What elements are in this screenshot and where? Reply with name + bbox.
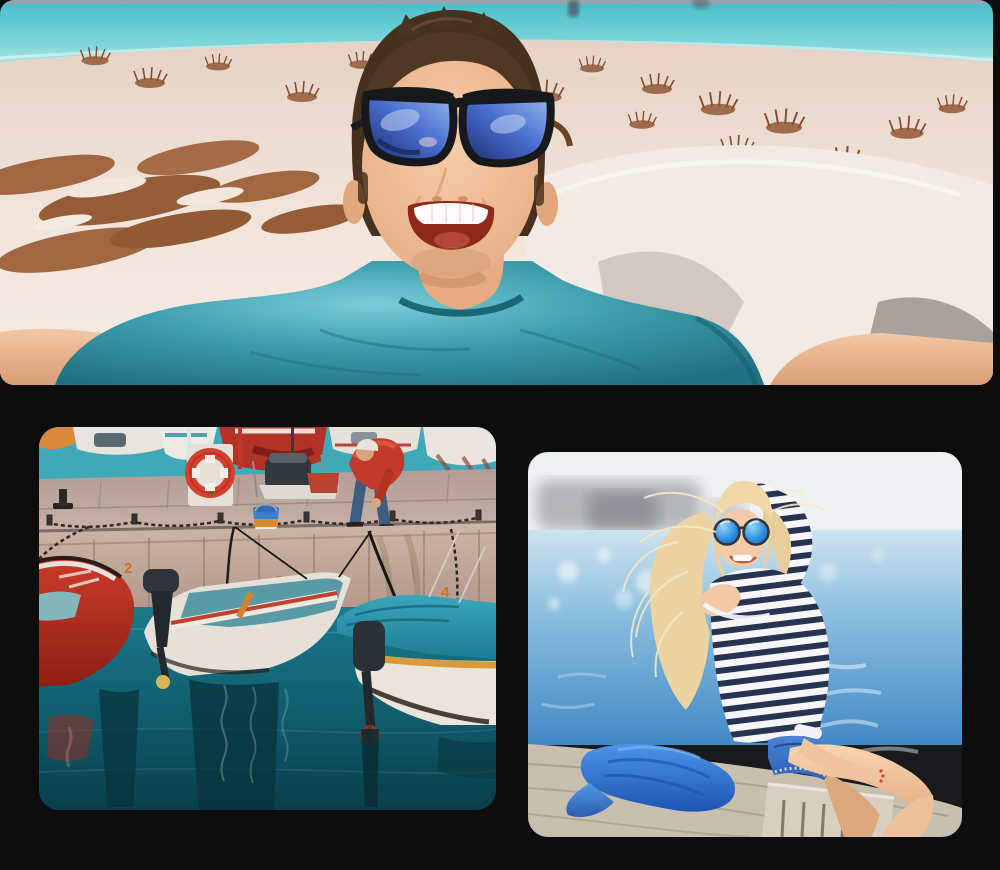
distant-swimmer: [568, 0, 579, 17]
photo-collage: 2 3 4: [0, 0, 1000, 870]
portrait-art: [528, 452, 962, 837]
stubble: [411, 247, 491, 277]
pier-number-2: 2: [124, 560, 132, 577]
beach-selfie-art: [0, 0, 993, 385]
lifebuoy: [188, 444, 233, 506]
bucket: [253, 504, 279, 533]
harbor-art: 2 3 4: [39, 427, 496, 810]
photo-harbor-boats: 2 3 4: [39, 427, 496, 810]
photo-woman-portrait: [528, 452, 962, 837]
photo-beach-selfie: [0, 0, 993, 385]
